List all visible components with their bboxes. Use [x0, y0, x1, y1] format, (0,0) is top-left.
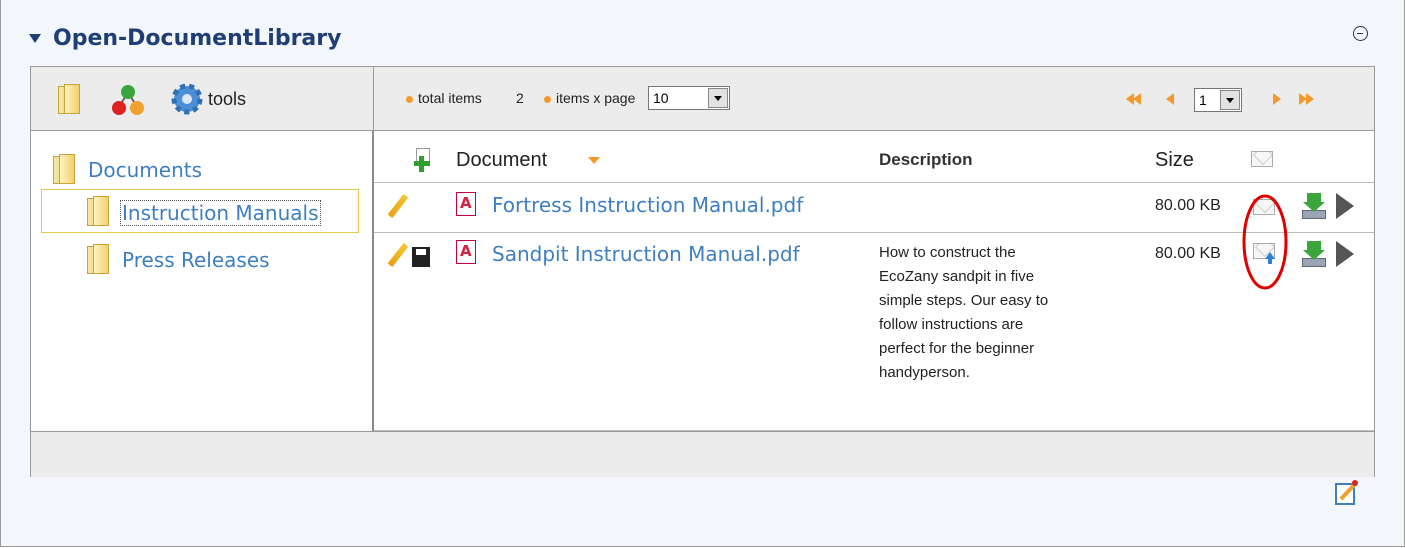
tree-item-documents[interactable]: Documents [88, 158, 202, 182]
download-icon[interactable] [1302, 241, 1326, 267]
chevron-down-icon[interactable] [708, 88, 728, 108]
tools-label[interactable]: tools [208, 89, 246, 110]
next-page-icon[interactable] [1273, 93, 1281, 105]
envelope-icon [1251, 151, 1273, 167]
description-line: perfect for the beginner [879, 340, 1035, 357]
play-arrow-icon[interactable] [1336, 193, 1354, 219]
tree-item-press-releases[interactable]: Press Releases [122, 248, 270, 272]
folder-icon [87, 244, 109, 274]
pdf-icon [456, 192, 476, 216]
document-grid: Document Description Size Fortress Instr… [374, 131, 1374, 431]
gear-icon[interactable] [171, 83, 203, 115]
document-link[interactable]: Fortress Instruction Manual.pdf [492, 193, 803, 217]
chevron-down-icon[interactable] [1220, 90, 1240, 110]
collapse-triangle-icon[interactable] [29, 33, 41, 43]
sort-arrow-icon[interactable] [588, 157, 600, 164]
portlet-frame: Open-DocumentLibrary tools total items 2… [0, 0, 1405, 547]
page-value: 1 [1199, 92, 1207, 108]
download-icon[interactable] [1302, 193, 1326, 219]
pdf-icon [456, 240, 476, 264]
divider [374, 232, 1374, 233]
first-page-icon[interactable] [1126, 93, 1142, 105]
document-size: 80.00 KB [1155, 245, 1221, 262]
tree-item-instruction-manuals[interactable]: Instruction Manuals [120, 200, 321, 226]
description-line: EcoZany sandpit in five [879, 268, 1035, 285]
items-per-page-value: 10 [653, 90, 669, 106]
description-line: handyperson. [879, 364, 970, 381]
previous-page-icon[interactable] [1166, 93, 1174, 105]
description-line: follow instructions are [879, 316, 1024, 333]
folder-tree: Documents Instruction Manuals Press Rele… [31, 131, 374, 431]
tree-structure-icon[interactable] [111, 83, 145, 117]
grid-toolbar: total items 2 items x page 10 1 [374, 67, 1374, 131]
divider [374, 182, 1374, 183]
items-per-page-label: items x page [556, 90, 636, 106]
tree-toolbar: tools [31, 67, 374, 131]
page-select[interactable]: 1 [1194, 88, 1242, 112]
edit-portlet-icon[interactable] [1335, 480, 1359, 506]
column-header-description: Description [879, 150, 973, 169]
add-document-icon[interactable] [412, 148, 434, 172]
document-size: 80.00 KB [1155, 197, 1221, 214]
description-line: simple steps. Our easy to [879, 292, 1049, 309]
folder-icon [53, 154, 75, 184]
column-header-document[interactable]: Document [456, 149, 547, 172]
document-link[interactable]: Sandpit Instruction Manual.pdf [492, 242, 800, 266]
portlet-title: Open-DocumentLibrary [53, 25, 342, 51]
bullet-icon [406, 96, 413, 103]
library-panel: tools total items 2 items x page 10 1 Do… [30, 66, 1375, 477]
edit-pencil-icon[interactable] [387, 242, 409, 268]
bullet-icon [544, 96, 551, 103]
highlight-ellipse [1242, 194, 1288, 290]
play-arrow-icon[interactable] [1336, 241, 1354, 267]
total-items-label: total items [418, 90, 482, 106]
folder-icon [87, 196, 109, 226]
portlet-header: Open-DocumentLibrary [29, 20, 341, 56]
edit-pencil-icon[interactable] [387, 193, 409, 219]
description-line: How to construct the [879, 244, 1016, 261]
floppy-disk-icon[interactable] [412, 247, 430, 267]
last-page-icon[interactable] [1299, 93, 1315, 105]
minimize-icon[interactable] [1353, 26, 1368, 41]
items-per-page-select[interactable]: 10 [648, 86, 730, 110]
column-header-size[interactable]: Size [1155, 149, 1194, 172]
panel-footer [31, 431, 1374, 477]
total-items-value: 2 [516, 90, 524, 106]
document-description: How to construct the EcoZany sandpit in … [879, 241, 1069, 385]
folder-icon[interactable] [58, 84, 80, 114]
